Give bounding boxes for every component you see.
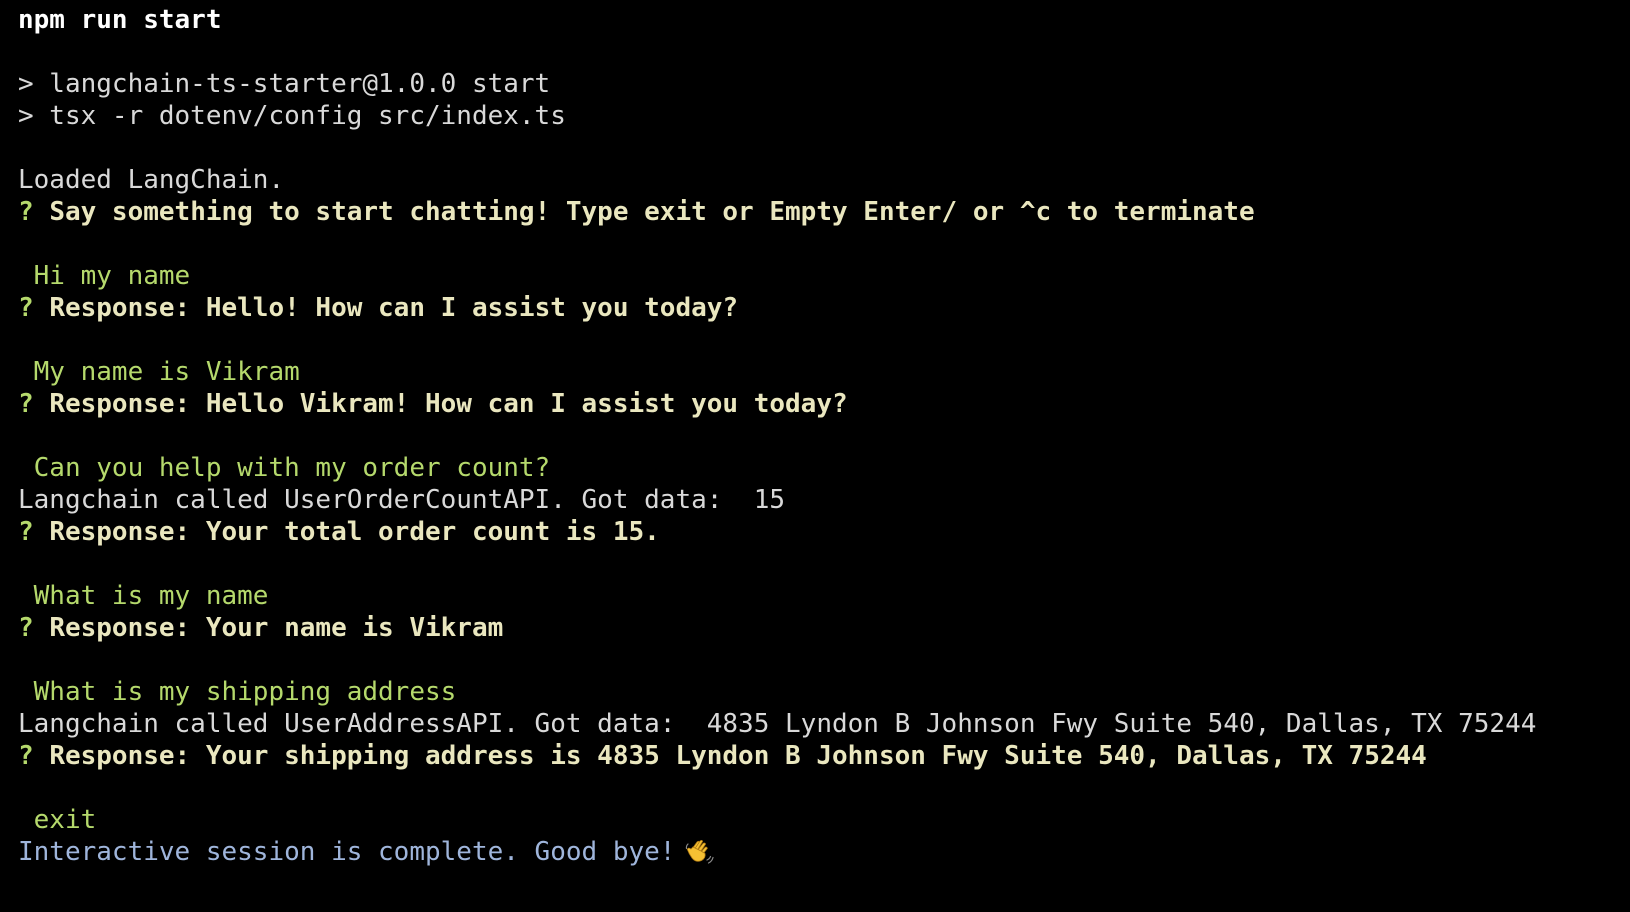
response-text: Response: Hello Vikram! How can I assist… bbox=[49, 389, 848, 419]
response-line: ? Response: Hello! How can I assist you … bbox=[18, 292, 1630, 324]
terminal-window[interactable]: npm run start > langchain-ts-starter@1.0… bbox=[0, 0, 1630, 912]
response-text: Response: Your name is Vikram bbox=[49, 613, 504, 643]
session-complete-line: Interactive session is complete. Good by… bbox=[18, 836, 1630, 868]
intro-prompt: ? Say something to start chatting! Type … bbox=[18, 196, 1630, 228]
npm-script-line: > langchain-ts-starter@1.0.0 start bbox=[18, 69, 551, 99]
command-line: npm run start bbox=[18, 5, 222, 35]
api-call-line: Langchain called UserAddressAPI. Got dat… bbox=[18, 709, 1537, 739]
prompt-mark: ? bbox=[18, 197, 34, 227]
response-text: Response: Your shipping address is 4835 … bbox=[49, 741, 1427, 771]
response-line: ? Response: Hello Vikram! How can I assi… bbox=[18, 388, 1630, 420]
exit-input-line: exit bbox=[18, 805, 97, 835]
prompt-mark: ? bbox=[18, 517, 34, 547]
user-input-line: What is my name bbox=[18, 581, 269, 611]
user-input-line: Can you help with my order count? bbox=[18, 453, 551, 483]
prompt-mark: ? bbox=[18, 613, 34, 643]
response-text: Response: Hello! How can I assist you to… bbox=[49, 293, 739, 323]
user-input-line: My name is Vikram bbox=[18, 357, 300, 387]
user-input-line: What is my shipping address bbox=[18, 677, 457, 707]
user-input-line: Hi my name bbox=[18, 261, 191, 291]
response-line: ? Response: Your name is Vikram bbox=[18, 612, 1630, 644]
prompt-mark: ? bbox=[18, 293, 34, 323]
prompt-mark: ? bbox=[18, 741, 34, 771]
intro-prompt-text: Say something to start chatting! Type ex… bbox=[49, 197, 1255, 227]
response-line: ? Response: Your shipping address is 483… bbox=[18, 740, 1630, 772]
response-line: ? Response: Your total order count is 15… bbox=[18, 516, 1630, 548]
api-call-line: Langchain called UserOrderCountAPI. Got … bbox=[18, 485, 786, 515]
response-text: Response: Your total order count is 15. bbox=[49, 517, 660, 547]
terminal-output: npm run start > langchain-ts-starter@1.0… bbox=[18, 4, 1630, 868]
session-complete-text: Interactive session is complete. Good by… bbox=[18, 837, 676, 867]
npm-script-line: > tsx -r dotenv/config src/index.ts bbox=[18, 101, 566, 131]
loaded-message: Loaded LangChain. bbox=[18, 165, 285, 195]
prompt-mark: ? bbox=[18, 389, 34, 419]
waving-hand-icon bbox=[683, 836, 715, 868]
